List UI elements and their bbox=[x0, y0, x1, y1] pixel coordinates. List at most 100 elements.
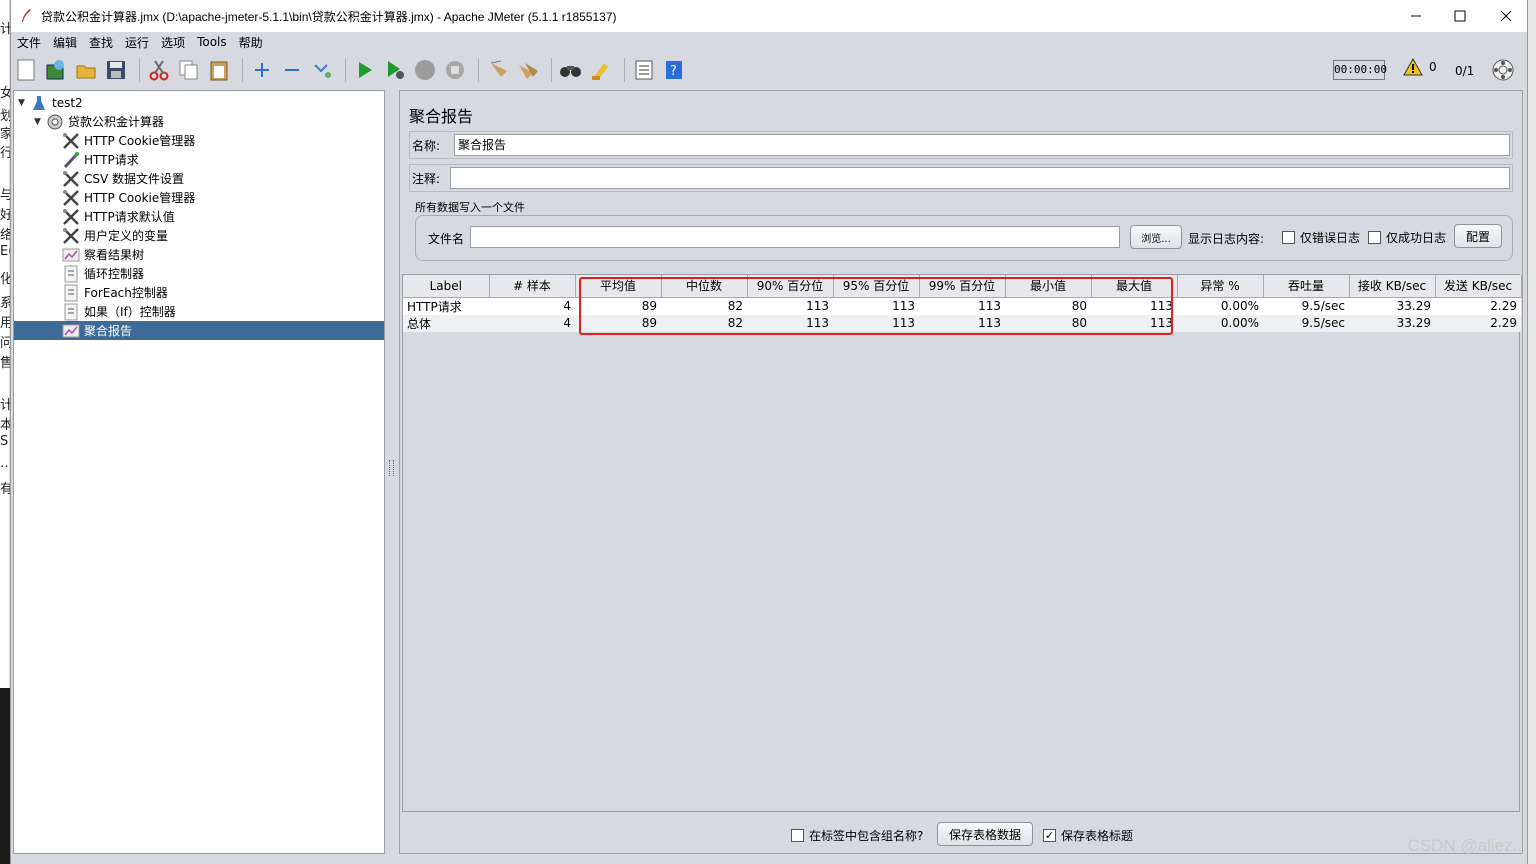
listener-icon bbox=[62, 323, 80, 339]
column-header[interactable]: # 样本 bbox=[489, 275, 576, 298]
table-cell: 113 bbox=[919, 297, 1005, 315]
shutdown-icon[interactable] bbox=[442, 57, 468, 83]
tree-item[interactable]: 如果（If）控制器 bbox=[50, 302, 176, 321]
menu-options[interactable]: 选项 bbox=[159, 34, 187, 51]
column-header[interactable]: 最大值 bbox=[1091, 275, 1178, 298]
remote-globe-icon[interactable] bbox=[1492, 59, 1514, 81]
menu-edit[interactable]: 编辑 bbox=[51, 34, 79, 51]
expand-toggle-icon[interactable]: ▼ bbox=[18, 98, 30, 108]
tree-item[interactable]: ▼ test2 bbox=[18, 93, 83, 112]
column-header[interactable]: 发送 KB/sec bbox=[1435, 275, 1522, 298]
table-header-row: Label # 样本 平均值 中位数 90% 百分位 95% 百分位 99% 百分位 最小值最… bbox=[403, 275, 1522, 298]
name-row: 名称: 聚合报告 bbox=[409, 131, 1513, 159]
configure-button[interactable]: 配置 bbox=[1454, 224, 1502, 248]
config-element-icon bbox=[62, 132, 80, 149]
toolbar: ? 00:00:00 0 0/1 bbox=[11, 52, 1527, 88]
svg-text:?: ? bbox=[670, 64, 677, 79]
save-table-data-button[interactable]: 保存表格数据 bbox=[937, 822, 1033, 846]
table-cell: 113 bbox=[919, 314, 1005, 332]
warning-count: 0 bbox=[1429, 60, 1437, 74]
menu-run[interactable]: 运行 bbox=[123, 34, 151, 51]
maximize-button[interactable] bbox=[1437, 0, 1483, 32]
comment-field[interactable] bbox=[450, 167, 1510, 189]
save-table-header-checkbox[interactable]: ✓ 保存表格标题 bbox=[1043, 827, 1133, 844]
clear-all-icon[interactable] bbox=[515, 57, 541, 83]
background-dark-strip bbox=[0, 688, 10, 864]
table-cell: 113 bbox=[833, 297, 919, 315]
tree-item[interactable]: HTTP Cookie管理器 bbox=[50, 188, 195, 207]
table-cell: 0.00% bbox=[1177, 297, 1263, 315]
minimize-button[interactable] bbox=[1393, 0, 1439, 32]
reset-search-icon[interactable] bbox=[588, 57, 614, 83]
templates-icon[interactable] bbox=[43, 57, 69, 83]
table-row[interactable]: 总体 4 89 82 113 113 113 80 113 0.00% 9.5/sec 33.29 2.… bbox=[403, 314, 1521, 332]
menu-file[interactable]: 文件 bbox=[15, 34, 43, 51]
browse-button[interactable]: 浏览... bbox=[1130, 225, 1182, 249]
clear-icon[interactable] bbox=[485, 57, 511, 83]
column-header[interactable]: 接收 KB/sec bbox=[1349, 275, 1436, 298]
controller-icon bbox=[62, 284, 80, 301]
table-row[interactable]: HTTP请求 4 89 82 113 113 113 80 113 0.00% 9.5/sec 33.… bbox=[403, 297, 1521, 315]
log-content-label: 显示日志内容: bbox=[1188, 232, 1265, 246]
close-button[interactable] bbox=[1483, 0, 1529, 32]
menu-help[interactable]: 帮助 bbox=[237, 34, 265, 51]
tree-item[interactable]: 聚合报告 bbox=[14, 321, 384, 340]
tree-item[interactable]: HTTP请求默认值 bbox=[50, 207, 175, 226]
thread-group-icon bbox=[46, 114, 64, 130]
tree-item[interactable]: HTTP Cookie管理器 bbox=[50, 131, 195, 150]
tree-item[interactable]: 用户定义的变量 bbox=[50, 226, 168, 245]
cut-icon[interactable] bbox=[146, 57, 172, 83]
column-header[interactable]: 异常 % bbox=[1177, 275, 1264, 298]
tree-item[interactable]: ForEach控制器 bbox=[50, 283, 168, 302]
include-group-name-checkbox[interactable]: 在标签中包含组名称? bbox=[791, 827, 923, 844]
table-cell: 2.29 bbox=[1435, 314, 1521, 332]
start-icon[interactable] bbox=[352, 57, 378, 83]
toggle-icon[interactable] bbox=[309, 57, 335, 83]
stop-icon[interactable] bbox=[412, 57, 438, 83]
copy-icon[interactable] bbox=[176, 57, 202, 83]
function-helper-icon[interactable] bbox=[631, 57, 657, 83]
column-header[interactable]: 最小值 bbox=[1005, 275, 1092, 298]
menu-search[interactable]: 查找 bbox=[87, 34, 115, 51]
tree-item[interactable]: 循环控制器 bbox=[50, 264, 144, 283]
panel-splitter[interactable] bbox=[387, 90, 397, 854]
config-element-icon bbox=[62, 208, 80, 225]
help-icon[interactable]: ? bbox=[661, 57, 687, 83]
table-cell: 0.00% bbox=[1177, 314, 1263, 332]
column-header[interactable]: 95% 百分位 bbox=[833, 275, 920, 298]
filename-field[interactable] bbox=[470, 226, 1120, 248]
warning-indicator[interactable]: 0 bbox=[1403, 58, 1437, 76]
new-icon[interactable] bbox=[13, 57, 39, 83]
errors-only-box bbox=[1282, 231, 1295, 244]
tree-item-label: HTTP Cookie管理器 bbox=[84, 134, 196, 148]
tree-item[interactable]: ▼ 贷款公积金计算器 bbox=[34, 112, 164, 131]
search-icon[interactable] bbox=[558, 57, 584, 83]
start-no-pause-icon[interactable] bbox=[382, 57, 408, 83]
collapse-icon[interactable] bbox=[279, 57, 305, 83]
controller-icon bbox=[62, 265, 80, 282]
success-only-box bbox=[1368, 231, 1381, 244]
errors-only-checkbox[interactable]: 仅错误日志 bbox=[1282, 229, 1360, 246]
name-field[interactable]: 聚合报告 bbox=[454, 134, 1510, 156]
test-plan-icon bbox=[30, 95, 48, 111]
paste-icon[interactable] bbox=[206, 57, 232, 83]
table-cell: 82 bbox=[661, 314, 747, 332]
column-header[interactable]: 90% 百分位 bbox=[747, 275, 834, 298]
table-cell: 9.5/sec bbox=[1263, 297, 1349, 315]
tree-item[interactable]: HTTP请求 bbox=[50, 150, 139, 169]
column-header[interactable]: 中位数 bbox=[661, 275, 748, 298]
expand-icon[interactable] bbox=[249, 57, 275, 83]
column-header[interactable]: 吞吐量 bbox=[1263, 275, 1350, 298]
open-icon[interactable] bbox=[73, 57, 99, 83]
menu-tools[interactable]: Tools bbox=[195, 35, 229, 49]
column-header[interactable]: Label bbox=[403, 275, 490, 298]
column-header[interactable]: 99% 百分位 bbox=[919, 275, 1006, 298]
expand-toggle-icon[interactable]: ▼ bbox=[34, 117, 46, 127]
success-only-checkbox[interactable]: 仅成功日志 bbox=[1368, 229, 1446, 246]
save-icon[interactable] bbox=[103, 57, 129, 83]
table-cell: 2.29 bbox=[1435, 297, 1521, 315]
table-cell: 4 bbox=[489, 314, 575, 332]
column-header[interactable]: 平均值 bbox=[575, 275, 662, 298]
tree-item[interactable]: 察看结果树 bbox=[50, 245, 144, 264]
tree-item[interactable]: CSV 数据文件设置 bbox=[50, 169, 184, 188]
